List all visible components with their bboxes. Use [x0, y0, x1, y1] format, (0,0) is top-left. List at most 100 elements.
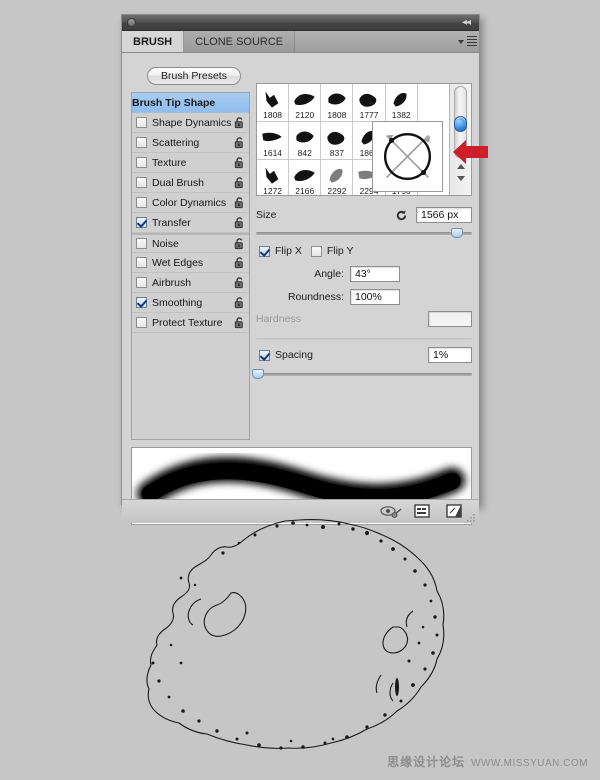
option-label: Texture	[152, 156, 187, 169]
option-checkbox-noise[interactable]	[136, 238, 147, 249]
option-checkbox-dual-brush[interactable]	[136, 177, 147, 188]
spacing-input[interactable]: 1%	[428, 347, 472, 363]
brush-option-brush-tip-shape[interactable]: Brush Tip Shape	[132, 93, 249, 113]
brush-panel: ◂◂ BRUSH CLONE SOURCE Brush Presets Brus…	[121, 14, 488, 525]
brush-angle-preview-icon[interactable]	[372, 121, 443, 192]
option-checkbox-color-dynamics[interactable]	[136, 197, 147, 208]
reset-size-icon[interactable]	[395, 209, 408, 222]
brush-preset-cell[interactable]: 2292	[321, 160, 354, 195]
brush-preset-cell[interactable]: 1272	[257, 160, 290, 195]
unlocked-padlock-icon[interactable]	[233, 196, 246, 209]
brush-option-wet-edges[interactable]: Wet Edges	[132, 253, 249, 273]
spacing-checkbox[interactable]	[259, 349, 270, 361]
unlocked-padlock-icon[interactable]	[233, 276, 246, 289]
brush-thumb-icon	[261, 132, 282, 142]
spacing-slider-track[interactable]	[256, 373, 472, 376]
size-slider[interactable]	[256, 226, 472, 240]
brush-option-airbrush[interactable]: Airbrush	[132, 273, 249, 293]
brush-option-color-dynamics[interactable]: Color Dynamics	[132, 193, 249, 213]
option-checkbox-wet-edges[interactable]	[136, 257, 147, 268]
brush-preset-cell[interactable]: 1808	[321, 84, 354, 122]
brush-option-texture[interactable]: Texture	[132, 153, 249, 173]
brush-preset-cell[interactable]: 2120	[289, 84, 322, 122]
option-checkbox-smoothing[interactable]	[136, 297, 147, 308]
option-label: Color Dynamics	[152, 196, 227, 209]
option-label: Wet Edges	[152, 256, 204, 269]
brush-option-noise[interactable]: Noise	[132, 233, 249, 253]
option-checkbox-protect-texture[interactable]	[136, 317, 147, 328]
panel-titlebar[interactable]: ◂◂	[122, 15, 479, 31]
flip-row: Flip X Flip Y	[259, 245, 354, 257]
unlocked-padlock-icon[interactable]	[233, 237, 246, 250]
hardness-input	[428, 311, 472, 327]
brush-preset-cell[interactable]: 842	[289, 122, 322, 160]
tab-brush[interactable]: BRUSH	[122, 31, 185, 52]
unlocked-padlock-icon[interactable]	[233, 216, 246, 229]
flip-y-checkbox[interactable]	[310, 245, 322, 257]
option-checkbox-airbrush[interactable]	[136, 277, 147, 288]
brush-option-scattering[interactable]: Scattering	[132, 133, 249, 153]
option-label: Dual Brush	[152, 176, 204, 189]
brush-presets-button[interactable]: Brush Presets	[147, 67, 241, 85]
unlocked-padlock-icon[interactable]	[233, 296, 246, 309]
roundness-value: 100%	[355, 291, 382, 303]
spacing-label: Spacing	[275, 349, 313, 361]
circle-button-icon[interactable]	[127, 18, 136, 27]
angle-row: Angle: 43°	[256, 266, 400, 282]
option-checkbox-scattering[interactable]	[136, 137, 147, 148]
size-slider-thumb[interactable]	[450, 228, 463, 238]
brush-preset-cell[interactable]: 837	[321, 122, 354, 160]
unlocked-padlock-icon[interactable]	[233, 176, 246, 189]
spacing-slider-thumb[interactable]	[252, 369, 265, 379]
hardness-slider-track	[256, 338, 472, 341]
size-input[interactable]: 1566 px	[416, 207, 472, 223]
brush-presets-label: Brush Presets	[161, 70, 227, 82]
brush-preset-cell[interactable]: 2166	[289, 160, 322, 195]
angle-input[interactable]: 43°	[350, 266, 400, 282]
scrollbar-thumb[interactable]	[454, 116, 468, 132]
spacing-slider[interactable]	[252, 367, 472, 381]
angle-label: Angle:	[314, 268, 344, 280]
brush-preset-size: 1382	[391, 110, 411, 120]
brush-preset-cell[interactable]: 1614	[257, 122, 290, 160]
brush-preset-size: 837	[329, 148, 344, 158]
panel-menu-icon[interactable]	[455, 31, 479, 52]
tab-clone-source[interactable]: CLONE SOURCE	[184, 31, 296, 52]
angle-value: 43°	[355, 268, 371, 280]
brush-option-smoothing[interactable]: Smoothing	[132, 293, 249, 313]
brush-thumb-icon	[393, 93, 407, 107]
flip-x-checkbox[interactable]	[259, 245, 270, 257]
size-label: Size	[256, 209, 277, 221]
option-label: Scattering	[152, 136, 200, 149]
brush-option-shape-dynamics[interactable]: Shape Dynamics	[132, 113, 249, 133]
option-checkbox-texture[interactable]	[136, 157, 147, 168]
brush-thumb-icon	[293, 94, 315, 106]
roundness-input[interactable]: 100%	[350, 289, 400, 305]
option-checkbox-transfer[interactable]	[136, 217, 147, 228]
scroll-down-arrow-icon[interactable]	[455, 174, 466, 183]
collapse-double-chevron-icon[interactable]: ◂◂	[458, 17, 474, 29]
unlocked-padlock-icon[interactable]	[233, 256, 246, 269]
panel-menu-triangle-icon	[457, 39, 464, 44]
panel-menu-lines-icon	[466, 35, 477, 48]
panel-tabstrip: BRUSH CLONE SOURCE	[122, 31, 479, 53]
panel-body: Brush Presets Brush Tip Shape Shape Dynam…	[122, 53, 488, 525]
brush-option-dual-brush[interactable]: Dual Brush	[132, 173, 249, 193]
option-checkbox-shape-dynamics[interactable]	[136, 117, 147, 128]
size-slider-track[interactable]	[256, 232, 472, 235]
brush-thumb-icon	[265, 167, 278, 184]
brush-thumb-icon	[293, 170, 315, 182]
brush-preset-cell[interactable]: 1808	[257, 84, 290, 122]
brush-option-protect-texture[interactable]: Protect Texture	[132, 313, 249, 333]
unlocked-padlock-icon[interactable]	[233, 316, 246, 329]
hardness-label: Hardness	[256, 313, 301, 325]
brush-options-list[interactable]: Brush Tip Shape Shape Dynamics Scattering T…	[131, 92, 250, 440]
watermark: 思缘设计论坛 WWW.MISSYUAN.COM	[387, 753, 588, 770]
unlocked-padlock-icon[interactable]	[233, 116, 246, 129]
brush-preset-cell[interactable]: 1382	[385, 84, 418, 122]
unlocked-padlock-icon[interactable]	[233, 136, 246, 149]
roundness-row: Roundness: 100%	[256, 289, 400, 305]
unlocked-padlock-icon[interactable]	[233, 156, 246, 169]
brush-preset-cell[interactable]: 1777	[353, 84, 386, 122]
brush-option-transfer[interactable]: Transfer	[132, 213, 249, 233]
